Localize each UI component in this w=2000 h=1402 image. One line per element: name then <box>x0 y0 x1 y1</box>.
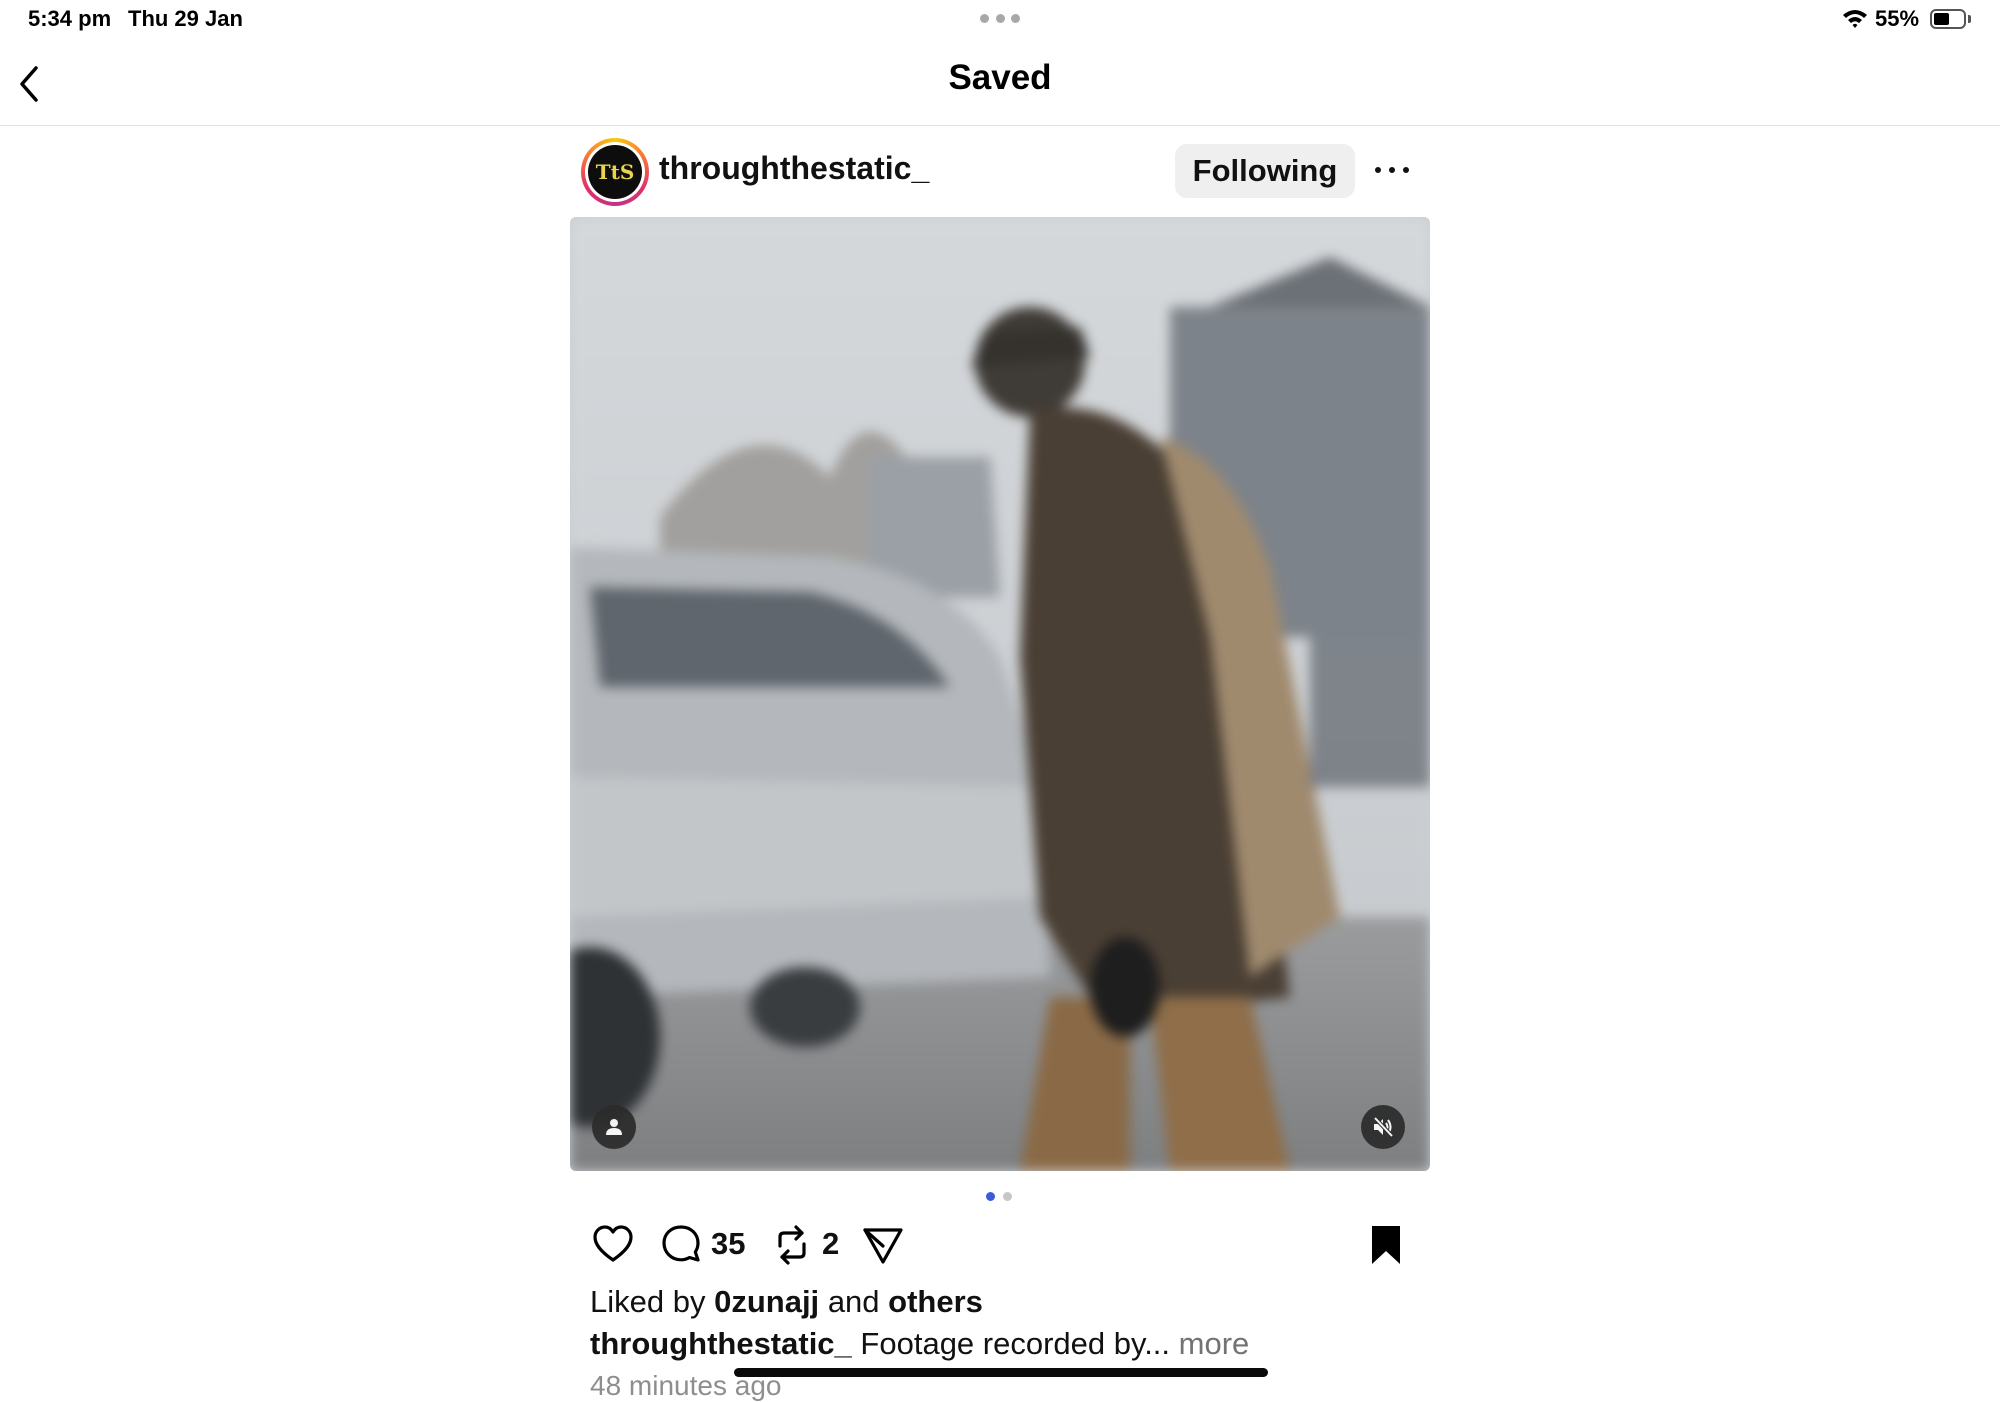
reposts-count[interactable]: 2 <box>822 1226 839 1262</box>
page-title: Saved <box>948 58 1052 97</box>
liked-by-middle: and <box>827 1284 880 1319</box>
liked-by-user[interactable]: 0zunajj <box>714 1284 819 1319</box>
battery-icon <box>1930 9 1966 29</box>
post-media[interactable] <box>570 217 1430 1171</box>
caption-more-link[interactable]: more <box>1179 1326 1250 1361</box>
post-caption: throughthestatic_ Footage recorded by...… <box>590 1326 1249 1362</box>
post-username[interactable]: throughthestatic_ <box>659 150 929 187</box>
battery-level <box>1934 13 1950 25</box>
home-indicator[interactable] <box>734 1368 1268 1377</box>
liked-by-others[interactable]: others <box>888 1284 983 1319</box>
post-video-frame <box>570 217 1430 1171</box>
tagged-people-button[interactable] <box>592 1105 636 1149</box>
caption-username[interactable]: throughthestatic_ <box>590 1326 852 1361</box>
header-divider <box>0 125 2000 126</box>
like-heart-icon[interactable] <box>592 1222 634 1268</box>
mute-button[interactable] <box>1361 1105 1405 1149</box>
comment-bubble-icon[interactable] <box>660 1222 702 1268</box>
comments-count[interactable]: 35 <box>711 1226 745 1262</box>
liked-by-text: Liked by 0zunajj and others <box>590 1284 983 1320</box>
person-icon <box>606 1119 622 1135</box>
carousel-indicator <box>986 1192 1016 1202</box>
bookmark-filled-icon[interactable] <box>1368 1222 1404 1268</box>
battery-tip <box>1968 15 1971 23</box>
wifi-icon <box>1843 10 1867 28</box>
speaker-muted-icon <box>1373 1116 1394 1138</box>
repost-icon[interactable] <box>772 1222 812 1268</box>
carousel-dot <box>1003 1192 1012 1201</box>
liked-by-prefix: Liked by <box>590 1284 706 1319</box>
multitasking-dots-icon[interactable] <box>980 14 1020 24</box>
avatar[interactable]: TtS <box>581 138 649 206</box>
status-time: 5:34 pm <box>28 6 112 31</box>
avatar-logo-text: TtS <box>595 160 635 184</box>
carousel-dot <box>986 1192 995 1201</box>
share-send-icon[interactable] <box>861 1222 905 1268</box>
status-date: Thu 29 Jan <box>128 6 243 31</box>
caption-text: Footage recorded by... <box>860 1326 1171 1361</box>
following-button[interactable]: Following <box>1175 144 1355 198</box>
battery-percent: 55% <box>1875 6 1920 31</box>
more-options-icon[interactable] <box>1375 150 1409 190</box>
